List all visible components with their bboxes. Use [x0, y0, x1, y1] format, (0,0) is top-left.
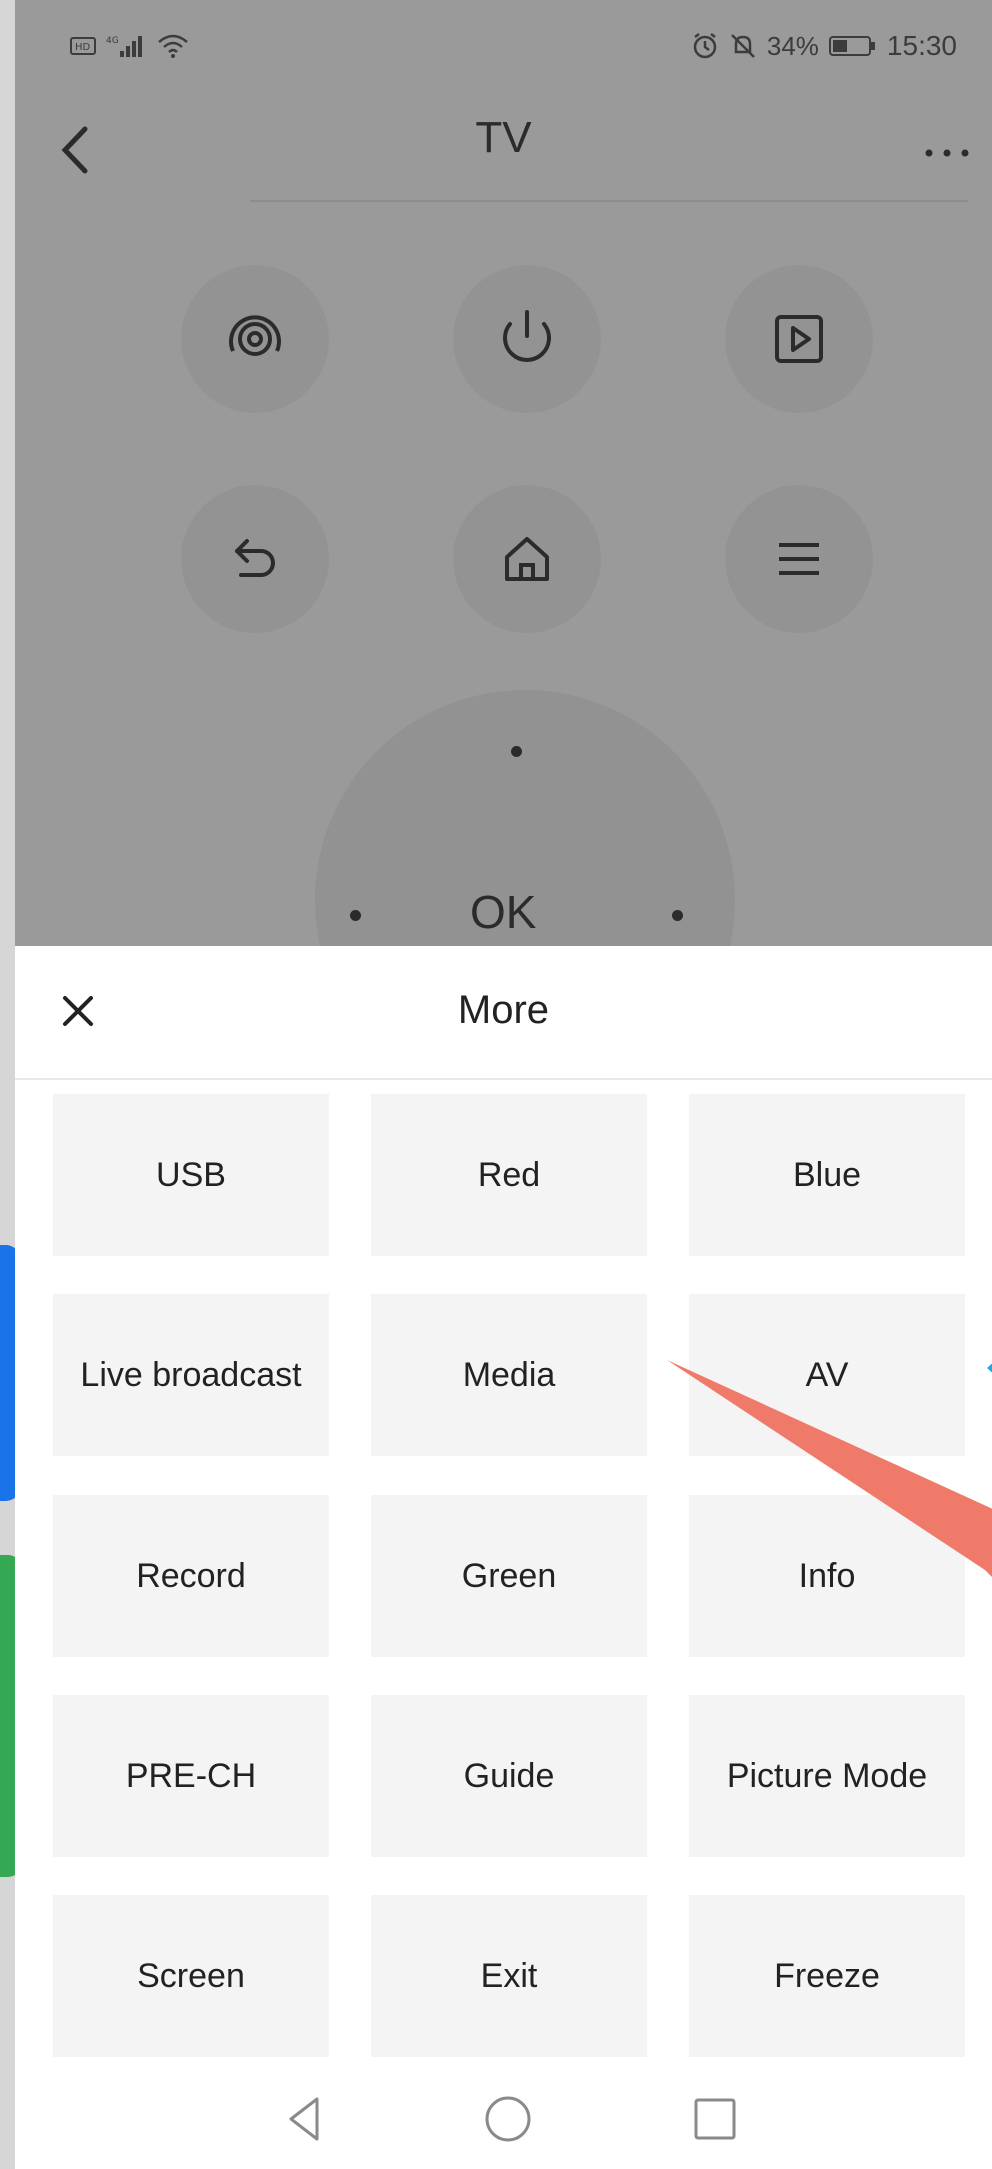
record-button[interactable]: Record [53, 1495, 329, 1657]
square-recents-icon [694, 2098, 736, 2140]
page-title: TV [475, 113, 532, 162]
battery-percent: 34% [766, 30, 819, 61]
dpad-right-dot [672, 910, 683, 921]
svg-text:HD: HD [75, 42, 91, 53]
cyan-annotation-marker [987, 1350, 992, 1386]
nav-back-button[interactable] [277, 2091, 333, 2147]
freeze-button[interactable]: Freeze [689, 1895, 965, 2057]
svg-text:4G: 4G [106, 36, 119, 46]
dpad-left-dot [350, 910, 361, 921]
clock: 15:30 [886, 30, 957, 61]
dpad-up-dot [511, 746, 522, 757]
signal-icon: 4G [106, 33, 146, 59]
hamburger-icon [779, 543, 819, 575]
header-divider [250, 200, 968, 202]
nav-recents-button[interactable] [687, 2091, 743, 2147]
more-options-button[interactable] [917, 117, 977, 177]
play-box-icon [775, 315, 823, 363]
sheet-title: More [457, 988, 550, 1032]
triangle-back-icon [289, 2097, 319, 2141]
guide-button[interactable]: Guide [371, 1695, 647, 1857]
power-icon [503, 310, 551, 362]
media-play-button[interactable] [725, 265, 873, 413]
green-button[interactable]: Green [371, 1495, 647, 1657]
hd-icon: HD [70, 36, 96, 56]
app-header: TV [15, 95, 992, 210]
return-button[interactable] [181, 485, 329, 633]
more-dots-icon [925, 149, 969, 157]
menu-button[interactable] [725, 485, 873, 633]
home-button[interactable] [453, 485, 601, 633]
pre-ch-button[interactable]: PRE-CH [53, 1695, 329, 1857]
sheet-header: More [15, 946, 992, 1080]
alarm-icon [691, 32, 719, 60]
media-button[interactable]: Media [371, 1294, 647, 1456]
battery-icon [828, 34, 877, 58]
power-button[interactable] [453, 265, 601, 413]
live-broadcast-button[interactable]: Live broadcast [53, 1294, 329, 1456]
return-arrow-icon [235, 539, 275, 577]
blue-button[interactable]: Blue [689, 1094, 965, 1256]
circle-home-icon [485, 2096, 531, 2142]
home-icon [505, 537, 549, 581]
wifi-icon [156, 33, 190, 59]
signal-source-button[interactable] [181, 265, 329, 413]
mute-icon [729, 32, 757, 60]
system-nav-bar [15, 2069, 992, 2169]
phone-screen: HD 4G 34% 15:30 TV OK More USB Red Blue … [15, 0, 992, 2169]
picture-mode-button[interactable]: Picture Mode [689, 1695, 965, 1857]
nav-home-button[interactable] [480, 2091, 536, 2147]
exit-button[interactable]: Exit [371, 1895, 647, 2057]
status-bar: HD 4G 34% 15:30 [15, 0, 992, 95]
screen-button[interactable]: Screen [53, 1895, 329, 2057]
ok-button-label[interactable]: OK [470, 885, 536, 939]
usb-button[interactable]: USB [53, 1094, 329, 1256]
broadcast-icon [229, 315, 281, 356]
remote-control-background: HD 4G 34% 15:30 TV OK [15, 0, 992, 1110]
red-annotation-arrow [667, 1360, 992, 1577]
red-button[interactable]: Red [371, 1094, 647, 1256]
